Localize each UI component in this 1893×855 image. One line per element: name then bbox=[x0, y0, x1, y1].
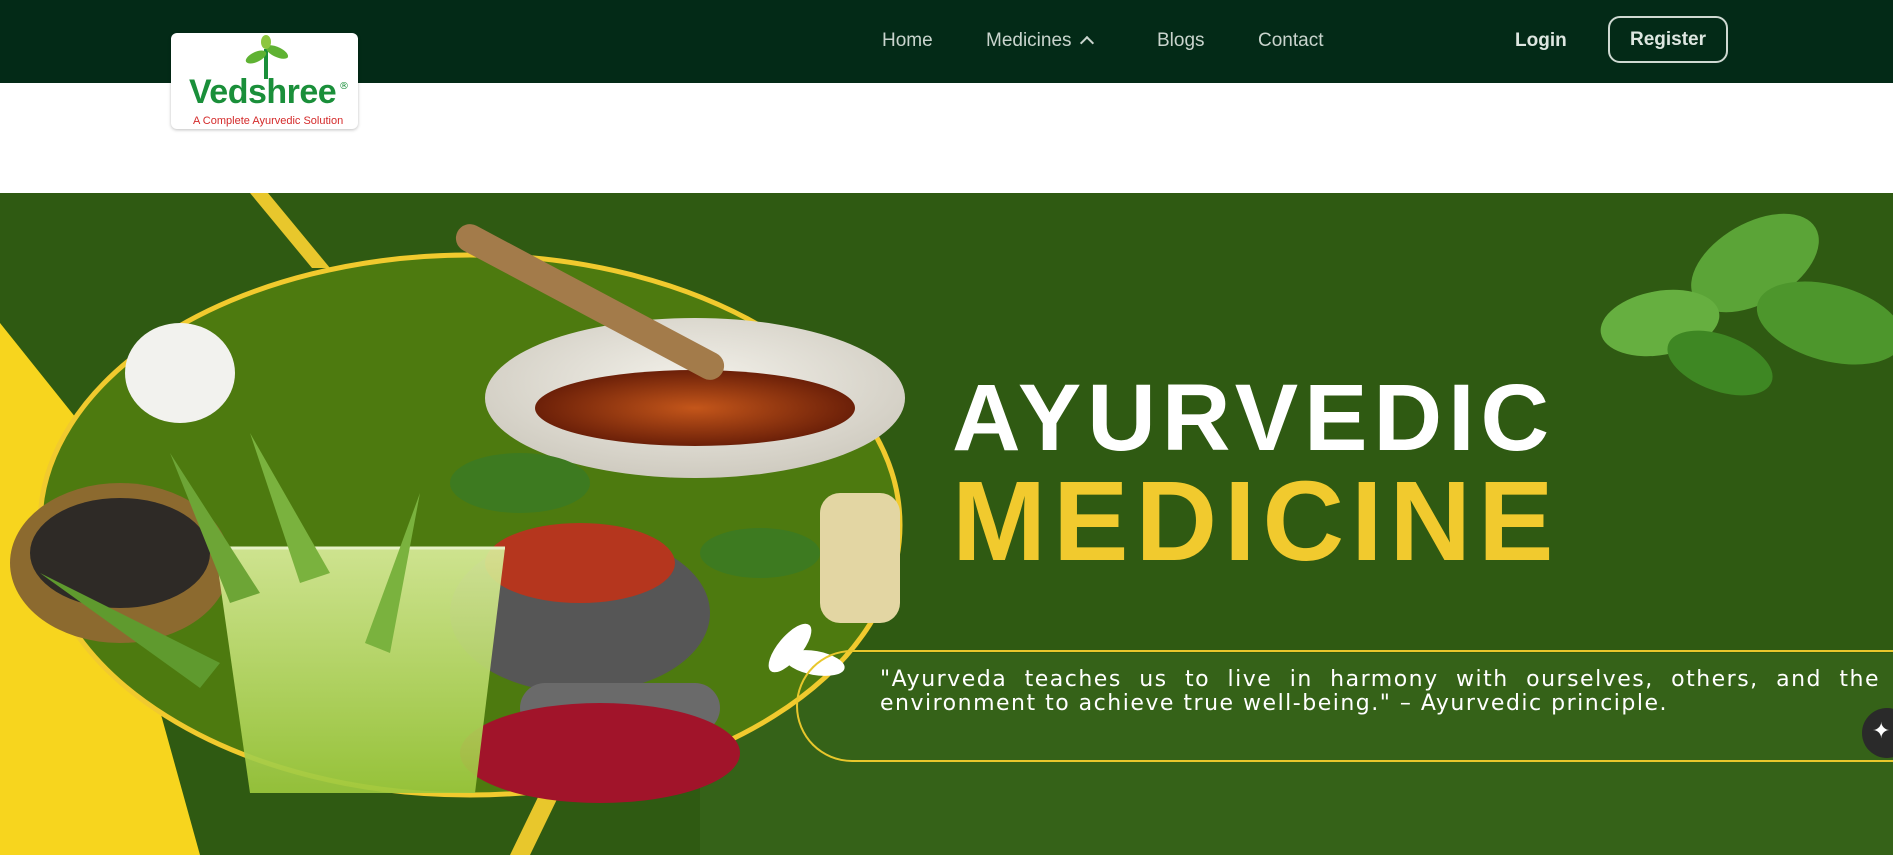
nav-blogs[interactable]: Blogs bbox=[1157, 30, 1205, 52]
nav-medicines[interactable]: Medicines bbox=[986, 30, 1094, 52]
nav-medicines-label: Medicines bbox=[986, 30, 1072, 51]
hero-title-line2: MEDICINE bbox=[952, 458, 1561, 584]
registered-mark: ® bbox=[339, 81, 349, 92]
hero-quote: "Ayurveda teaches us to live in harmony … bbox=[880, 667, 1880, 716]
brand-tagline: A Complete Ayurvedic Solution bbox=[193, 115, 344, 127]
chevron-up-icon bbox=[1079, 35, 1094, 51]
brand-logo[interactable]: Vedshree ® A Complete Ayurvedic Solution bbox=[171, 33, 358, 129]
sparkle-icon: ✦ bbox=[1872, 719, 1891, 744]
brand-name: Vedshree bbox=[189, 73, 337, 111]
nav-home[interactable]: Home bbox=[882, 30, 933, 52]
register-button[interactable]: Register bbox=[1608, 16, 1728, 63]
hero-banner: AYURVEDIC MEDICINE "Ayurveda teaches us … bbox=[0, 193, 1893, 855]
nav-contact[interactable]: Contact bbox=[1258, 30, 1323, 52]
hero-title-line1: AYURVEDIC bbox=[952, 365, 1556, 471]
login-link[interactable]: Login bbox=[1515, 30, 1567, 52]
